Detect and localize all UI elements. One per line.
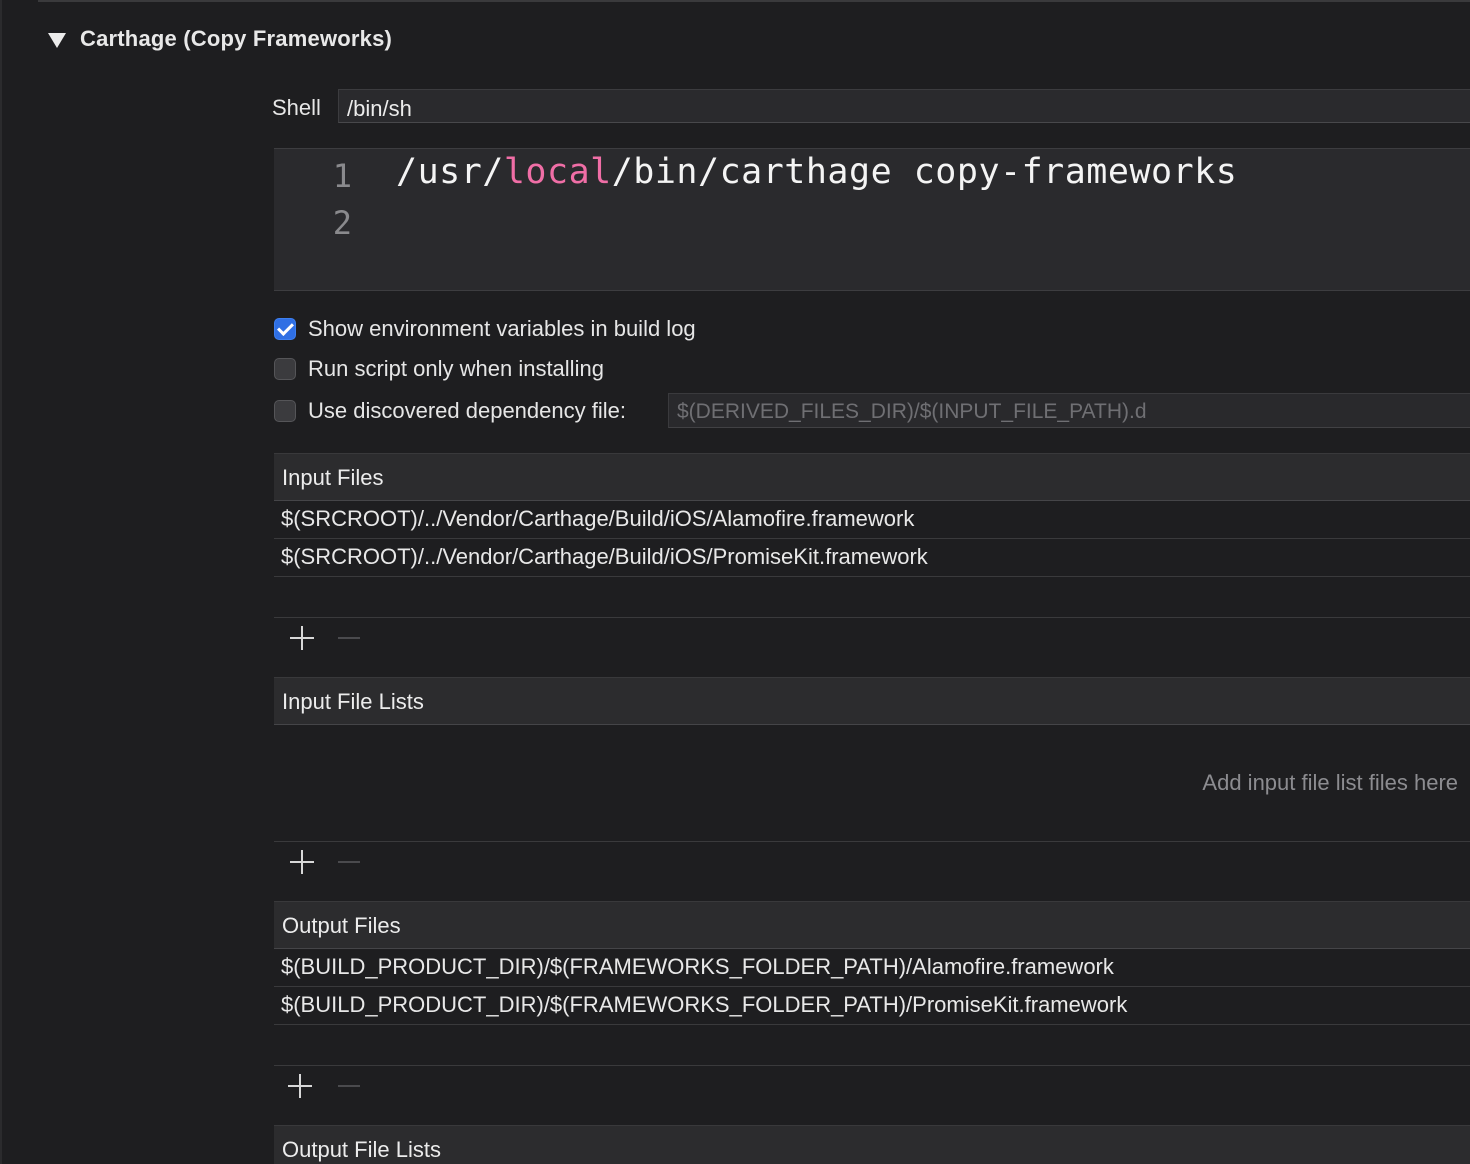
run-only-installing-checkbox[interactable] <box>274 358 296 380</box>
list-item[interactable]: $(BUILD_PRODUCT_DIR)/$(FRAMEWORKS_FOLDER… <box>274 987 1470 1025</box>
shell-input[interactable]: /bin/sh <box>338 89 1470 123</box>
shell-label: Shell <box>272 95 321 120</box>
empty-list-hint: Add input file list files here <box>1202 770 1458 795</box>
build-phase-title: Carthage (Copy Frameworks) <box>80 26 393 51</box>
line-number: 1 <box>332 157 352 195</box>
output-files-list[interactable]: $(BUILD_PRODUCT_DIR)/$(FRAMEWORKS_FOLDER… <box>274 949 1470 1025</box>
list-item[interactable]: $(SRCROOT)/../Vendor/Carthage/Build/iOS/… <box>274 501 1470 539</box>
section-separator <box>38 0 1470 2</box>
show-env-vars-checkbox[interactable] <box>274 318 296 340</box>
show-env-vars-label: Show environment variables in build log <box>308 316 696 341</box>
line-number-gutter: 1 2 <box>274 149 372 290</box>
list-item[interactable]: $(BUILD_PRODUCT_DIR)/$(FRAMEWORKS_FOLDER… <box>274 949 1470 987</box>
input-files-toolbar <box>274 617 1470 677</box>
add-input-file-list-button[interactable] <box>290 850 314 874</box>
dependency-file-checkbox[interactable] <box>274 400 296 422</box>
dependency-file-label: Use discovered dependency file: <box>308 398 626 423</box>
list-item[interactable]: $(SRCROOT)/../Vendor/Carthage/Build/iOS/… <box>274 539 1470 577</box>
line-number: 2 <box>332 204 352 242</box>
code-line[interactable]: /usr/local/bin/carthage copy-frameworks <box>396 152 1237 192</box>
code-keyword: local <box>503 152 612 192</box>
input-file-lists-toolbar <box>274 841 1470 901</box>
window-left-edge <box>0 0 2 1164</box>
add-input-file-button[interactable] <box>290 626 314 650</box>
remove-input-file-list-button[interactable] <box>338 861 360 863</box>
run-only-installing-label: Run script only when installing <box>308 356 604 381</box>
code-text: /bin/carthage copy-frameworks <box>611 152 1238 192</box>
script-editor[interactable]: 1 2 /usr/local/bin/carthage copy-framewo… <box>274 148 1470 291</box>
disclosure-triangle-icon[interactable] <box>48 32 66 48</box>
output-files-header: Output Files <box>274 901 1470 949</box>
remove-output-file-button[interactable] <box>338 1085 360 1087</box>
remove-input-file-button[interactable] <box>338 637 360 639</box>
run-only-installing-option[interactable]: Run script only when installing <box>274 356 604 382</box>
output-files-toolbar <box>274 1065 1470 1125</box>
code-text: /usr/ <box>396 152 504 192</box>
input-files-header: Input Files <box>274 453 1470 501</box>
dependency-file-option[interactable]: Use discovered dependency file: <box>274 398 626 424</box>
show-env-vars-option[interactable]: Show environment variables in build log <box>274 316 696 342</box>
input-file-lists-header: Input File Lists <box>274 677 1470 725</box>
add-output-file-button[interactable] <box>288 1074 312 1098</box>
output-file-lists-header: Output File Lists <box>274 1125 1470 1164</box>
dependency-file-input[interactable]: $(DERIVED_FILES_DIR)/$(INPUT_FILE_PATH).… <box>668 393 1470 428</box>
build-phase-header[interactable]: Carthage (Copy Frameworks) <box>48 26 392 52</box>
input-files-list[interactable]: $(SRCROOT)/../Vendor/Carthage/Build/iOS/… <box>274 501 1470 577</box>
input-file-lists-list[interactable]: Add input file list files here <box>274 725 1470 841</box>
